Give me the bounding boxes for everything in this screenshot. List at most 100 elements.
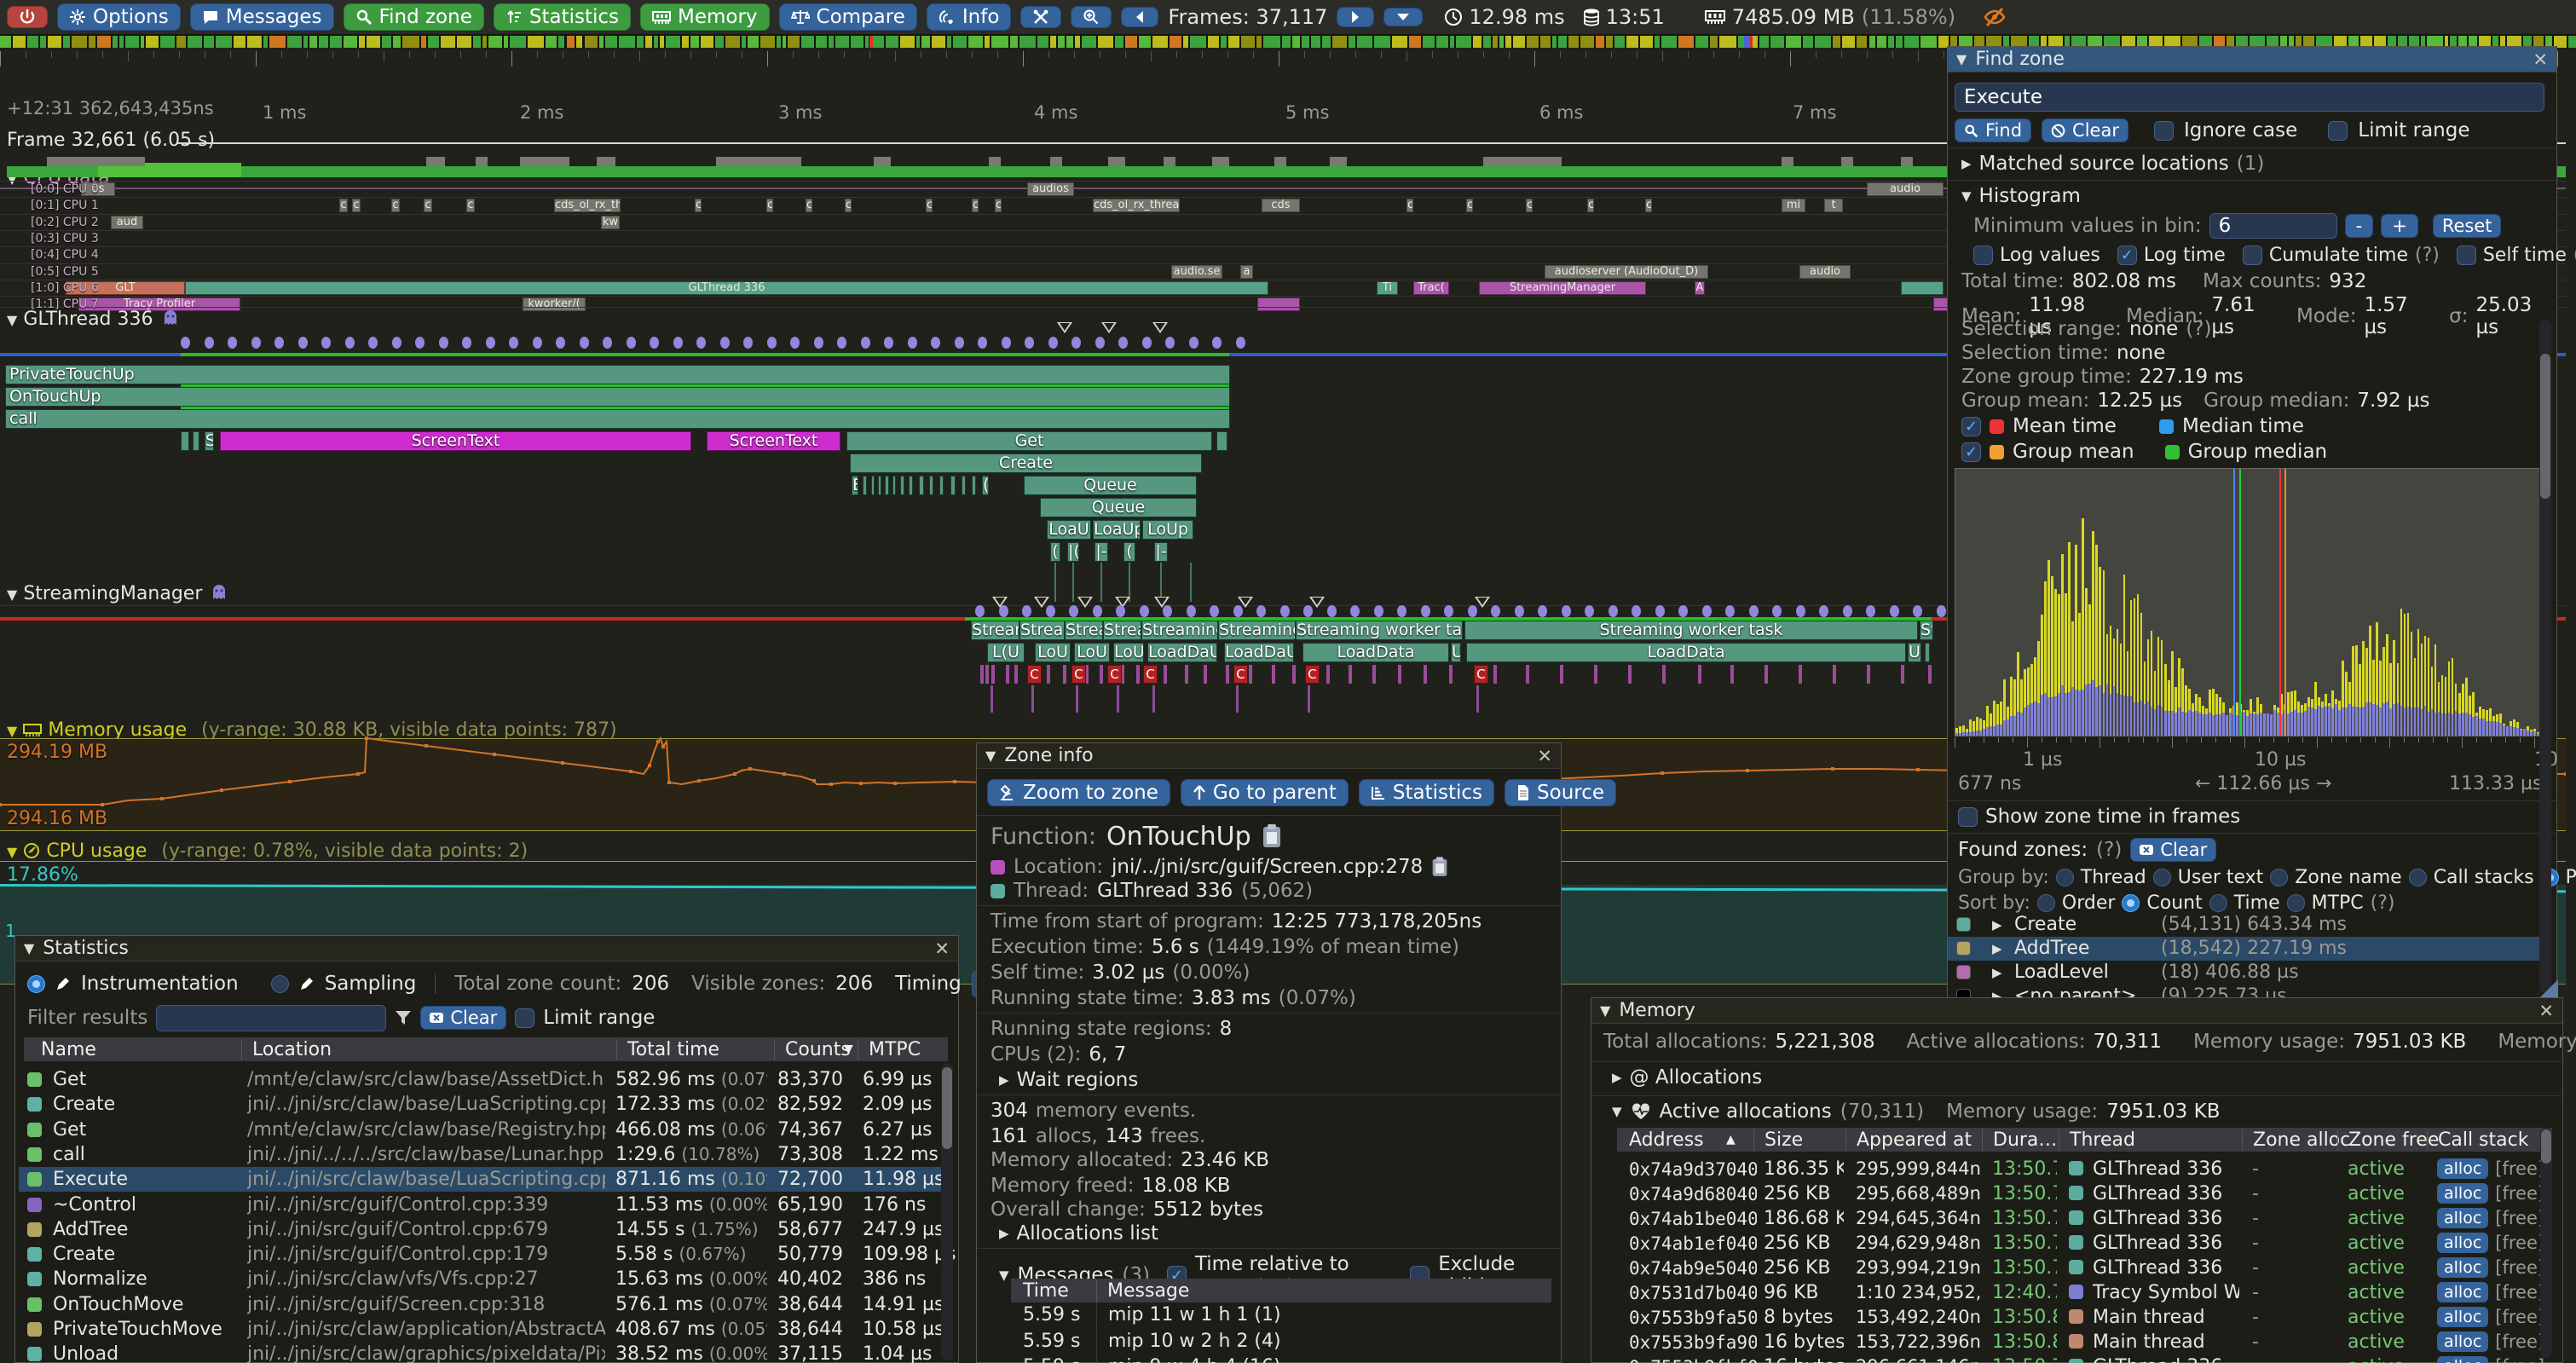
find-button[interactable]: Find bbox=[1955, 118, 2031, 142]
sample-dot[interactable] bbox=[1562, 605, 1571, 617]
sample-dot[interactable] bbox=[1515, 605, 1524, 617]
statistics-scrollbar[interactable] bbox=[941, 1064, 953, 1360]
alloc-button[interactable]: alloc bbox=[2437, 1257, 2488, 1278]
sample-dot[interactable] bbox=[462, 337, 471, 349]
cpu-zone-segment[interactable]: c bbox=[391, 199, 400, 212]
streaming-zone[interactable] bbox=[1925, 643, 1930, 662]
sample-dot[interactable] bbox=[1772, 605, 1782, 617]
sample-dot[interactable] bbox=[486, 337, 495, 349]
streaming-zone[interactable]: Strea bbox=[1103, 621, 1141, 640]
sample-dot[interactable] bbox=[720, 337, 730, 349]
compare-button[interactable]: Compare bbox=[779, 3, 917, 31]
eye-crossed-icon[interactable] bbox=[1982, 4, 2007, 30]
sample-dot[interactable] bbox=[1116, 605, 1125, 617]
memory-button[interactable]: Memory bbox=[640, 3, 770, 31]
sample-dot[interactable] bbox=[1142, 337, 1152, 349]
streaming-header[interactable]: ▼ StreamingManager bbox=[7, 583, 228, 604]
gl-zone[interactable]: ScreenText bbox=[220, 431, 691, 451]
cpu-zone-segment[interactable]: c bbox=[806, 199, 812, 212]
sample-dot[interactable] bbox=[1022, 605, 1031, 617]
sample-dot[interactable] bbox=[1236, 337, 1245, 349]
zone-thread[interactable]: GLThread 336 bbox=[1097, 880, 1233, 902]
cpu-zone-segment[interactable]: cds_ol_rx_thr bbox=[554, 199, 621, 212]
streaming-zone[interactable]: Streaming bbox=[1218, 621, 1296, 640]
allocation-row[interactable]: 0x74ab1be040186.68 KB294,645,364ns13:50.… bbox=[1617, 1206, 2552, 1231]
gl-zone[interactable] bbox=[972, 476, 976, 495]
sample-dot[interactable] bbox=[1421, 605, 1430, 617]
sample-dot[interactable] bbox=[1796, 605, 1805, 617]
cpu-zone-segment[interactable]: c bbox=[845, 199, 852, 212]
sample-dot[interactable] bbox=[1937, 605, 1946, 617]
info-button[interactable]: Info bbox=[927, 3, 1012, 31]
zone-marker-triangle[interactable] bbox=[1309, 597, 1325, 608]
frame-menu-button[interactable] bbox=[1383, 8, 1423, 26]
sample-dot[interactable] bbox=[228, 337, 237, 349]
bin-plus-button[interactable]: + bbox=[2381, 214, 2418, 238]
gl-zone[interactable]: ScreenText bbox=[707, 431, 840, 451]
zone-location[interactable]: jni/../jni/src/guif/Screen.cpp:278 bbox=[1112, 856, 1423, 878]
gl-zone[interactable]: Get bbox=[846, 431, 1212, 451]
sample-dot[interactable] bbox=[1046, 605, 1055, 617]
sample-dot[interactable] bbox=[1444, 605, 1453, 617]
sample-dot[interactable] bbox=[1890, 605, 1899, 617]
sample-dot[interactable] bbox=[1538, 605, 1547, 617]
gl-zone[interactable]: LoaU bbox=[1047, 520, 1091, 540]
cpu-zone-segment[interactable]: audio bbox=[1799, 265, 1851, 279]
sample-dot[interactable] bbox=[999, 605, 1008, 617]
sortby-radio-count[interactable] bbox=[2122, 894, 2140, 912]
allocation-row[interactable]: 0x7553b9fbf016 bytes296,661,146ns13:50.7… bbox=[1617, 1354, 2552, 1363]
streaming-zone[interactable]: U bbox=[1908, 643, 1921, 662]
zone-marker-triangle[interactable] bbox=[1077, 597, 1093, 608]
sample-dot[interactable] bbox=[251, 337, 261, 349]
log-time-checkbox[interactable]: ✓ bbox=[2117, 245, 2137, 265]
close-icon[interactable]: ✕ bbox=[1537, 746, 1552, 766]
crash-marker[interactable]: C bbox=[1143, 665, 1158, 684]
sample-dot[interactable] bbox=[1655, 605, 1665, 617]
sample-dot[interactable] bbox=[1678, 605, 1688, 617]
gl-zone[interactable]: Queue bbox=[1024, 476, 1197, 495]
streaming-zone[interactable]: Strear bbox=[1019, 621, 1065, 640]
sample-dot[interactable] bbox=[1303, 605, 1313, 617]
sample-dot[interactable] bbox=[1256, 605, 1266, 617]
cpu-zone-segment[interactable]: kw bbox=[601, 216, 620, 229]
gl-zone[interactable]: ( bbox=[1123, 542, 1135, 562]
cpu-zone-segment[interactable] bbox=[1901, 281, 1944, 295]
table-row[interactable]: Get/mnt/e/claw/src/claw/base/Registry.hp… bbox=[19, 1118, 941, 1142]
sample-dot[interactable] bbox=[1093, 605, 1102, 617]
cpu-zone-segment[interactable]: c bbox=[1587, 199, 1594, 212]
sample-dot[interactable] bbox=[955, 337, 964, 349]
gl-zone[interactable] bbox=[1216, 431, 1227, 451]
cpu-zone-segment[interactable]: A bbox=[1695, 281, 1705, 295]
alloc-button[interactable]: alloc bbox=[2437, 1331, 2488, 1352]
table-row[interactable]: Createjni/../jni/src/claw/base/LuaScript… bbox=[19, 1092, 941, 1117]
streaming-zone[interactable]: Strea bbox=[1065, 621, 1103, 640]
sample-dot[interactable] bbox=[767, 337, 777, 349]
sample-dot[interactable] bbox=[439, 337, 448, 349]
sample-dot[interactable] bbox=[603, 337, 612, 349]
gl-zone[interactable]: |( bbox=[1067, 542, 1079, 562]
zone-statistics-button[interactable]: Statistics bbox=[1359, 779, 1494, 806]
gl-zone[interactable]: Queue bbox=[1040, 498, 1197, 517]
sortby-radio-mtpc[interactable] bbox=[2287, 894, 2305, 912]
crash-marker[interactable]: C bbox=[1305, 665, 1320, 684]
message-row[interactable]: 5.59 smip 11 w 1 h 1 (1) bbox=[1011, 1302, 1551, 1328]
gl-zone[interactable]: ( bbox=[1050, 542, 1060, 562]
zone-marker-triangle[interactable] bbox=[1101, 322, 1117, 333]
time-histogram[interactable] bbox=[1955, 468, 2544, 736]
zone-marker-triangle[interactable] bbox=[1475, 597, 1490, 608]
find-zone-scrollbar[interactable] bbox=[2539, 320, 2551, 993]
cpu-zone-segment[interactable]: mi bbox=[1782, 199, 1805, 212]
sample-dot[interactable] bbox=[1048, 337, 1058, 349]
gl-zone[interactable]: Create bbox=[850, 453, 1202, 473]
gl-zone[interactable]: OnTouchUp bbox=[5, 387, 1230, 407]
messages-button[interactable]: Messages bbox=[190, 3, 334, 31]
sample-dot[interactable] bbox=[1002, 337, 1011, 349]
gl-zone[interactable] bbox=[900, 476, 904, 495]
zoom-tool-button[interactable] bbox=[1071, 6, 1112, 28]
streaming-zone[interactable]: U bbox=[1451, 643, 1461, 662]
sample-dot[interactable] bbox=[1071, 337, 1081, 349]
sample-dot[interactable] bbox=[978, 337, 987, 349]
groupby-radio-zone-name[interactable] bbox=[2270, 869, 2288, 887]
sample-dot[interactable] bbox=[861, 337, 870, 349]
cpu-zone-segment[interactable]: c bbox=[352, 199, 361, 212]
